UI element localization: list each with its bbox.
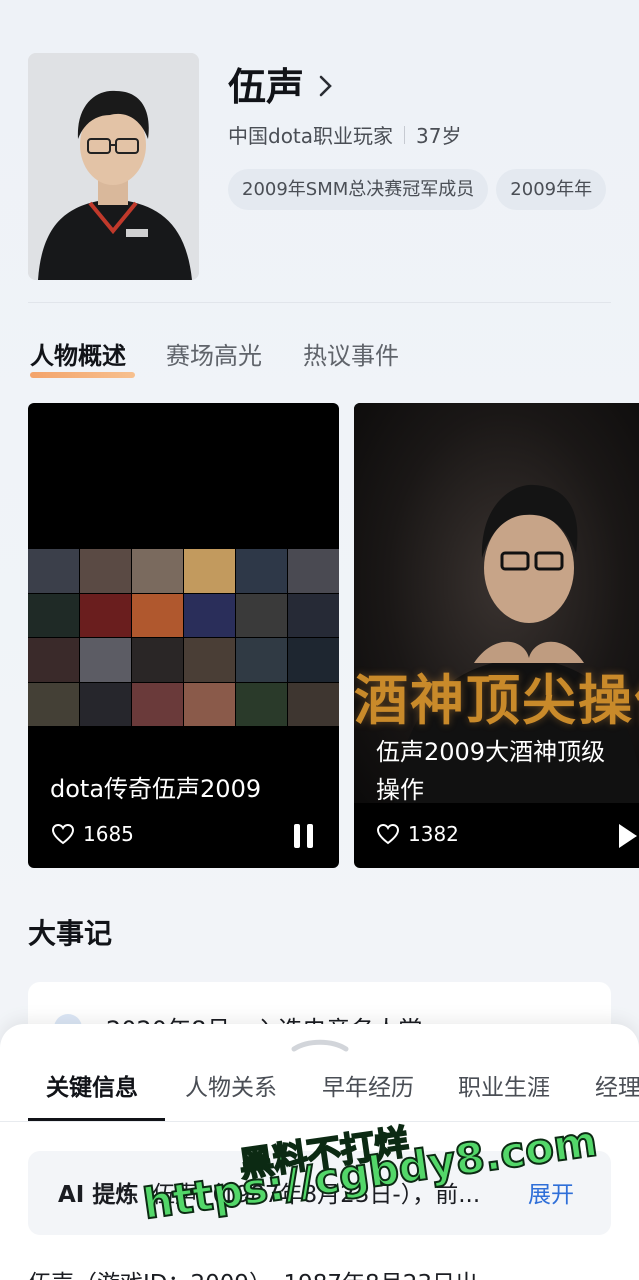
age-text: 37岁 (416, 124, 462, 148)
video-title[interactable]: 伍声2009大酒神顶级 操作 (376, 733, 605, 809)
person-name[interactable]: 伍声 (228, 60, 304, 114)
pause-icon[interactable] (292, 823, 316, 849)
person-portrait-image (28, 53, 199, 280)
person-subtitle: 中国dota职业玩家 37岁 (228, 120, 461, 149)
heart-icon (51, 823, 75, 845)
ai-summary-label: AI 提炼 (58, 1182, 139, 1208)
video-thumbnail-mosaic (28, 549, 339, 726)
tab-key-info[interactable]: 关键信息 (46, 1068, 138, 1108)
honor-tag[interactable]: 2009年SMM总决赛冠军成员 (228, 169, 489, 210)
divider (28, 302, 611, 303)
tab-manager[interactable]: 经理 (595, 1068, 639, 1108)
like-count-text: 1382 (408, 822, 459, 846)
video-card[interactable]: 伍声2009大酒神顶级 操作 (354, 403, 639, 868)
tab-highlights[interactable]: 赛场高光 (166, 334, 262, 378)
occupation-text: 中国dota职业玩家 (228, 124, 394, 148)
tab-relationships[interactable]: 人物关系 (185, 1068, 277, 1108)
expand-button[interactable]: 展开 (528, 1175, 574, 1209)
honor-tags: 2009年SMM总决赛冠军成员 2009年年 (228, 169, 639, 210)
profile-photo[interactable] (28, 53, 199, 280)
timeline-title: 大事记 (28, 917, 113, 950)
bio-text: 伍声（游戏ID：2009），1987年8月23日出 (28, 1264, 478, 1280)
video-title-line: 伍声2009大酒神顶级 (376, 738, 606, 766)
video-banner-text: 酒神顶尖操作 (354, 668, 639, 732)
chevron-right-icon[interactable] (316, 74, 336, 98)
like-count[interactable]: 1382 (376, 822, 459, 846)
tab-career[interactable]: 职业生涯 (458, 1068, 550, 1108)
video-title-line: 操作 (376, 776, 424, 804)
tab-hot-events[interactable]: 热议事件 (303, 334, 399, 378)
heart-icon (376, 823, 400, 845)
like-count[interactable]: 1685 (51, 822, 134, 846)
like-count-text: 1685 (83, 822, 134, 846)
divider (0, 1121, 639, 1122)
divider (404, 125, 406, 144)
video-title[interactable]: dota传奇伍声2009 (50, 770, 261, 808)
chevron-up-icon[interactable] (290, 1034, 350, 1052)
tab-active-indicator (30, 372, 135, 378)
tab-early-life[interactable]: 早年经历 (322, 1068, 414, 1108)
honor-tag[interactable]: 2009年年 (496, 169, 607, 210)
play-icon[interactable] (618, 823, 638, 849)
